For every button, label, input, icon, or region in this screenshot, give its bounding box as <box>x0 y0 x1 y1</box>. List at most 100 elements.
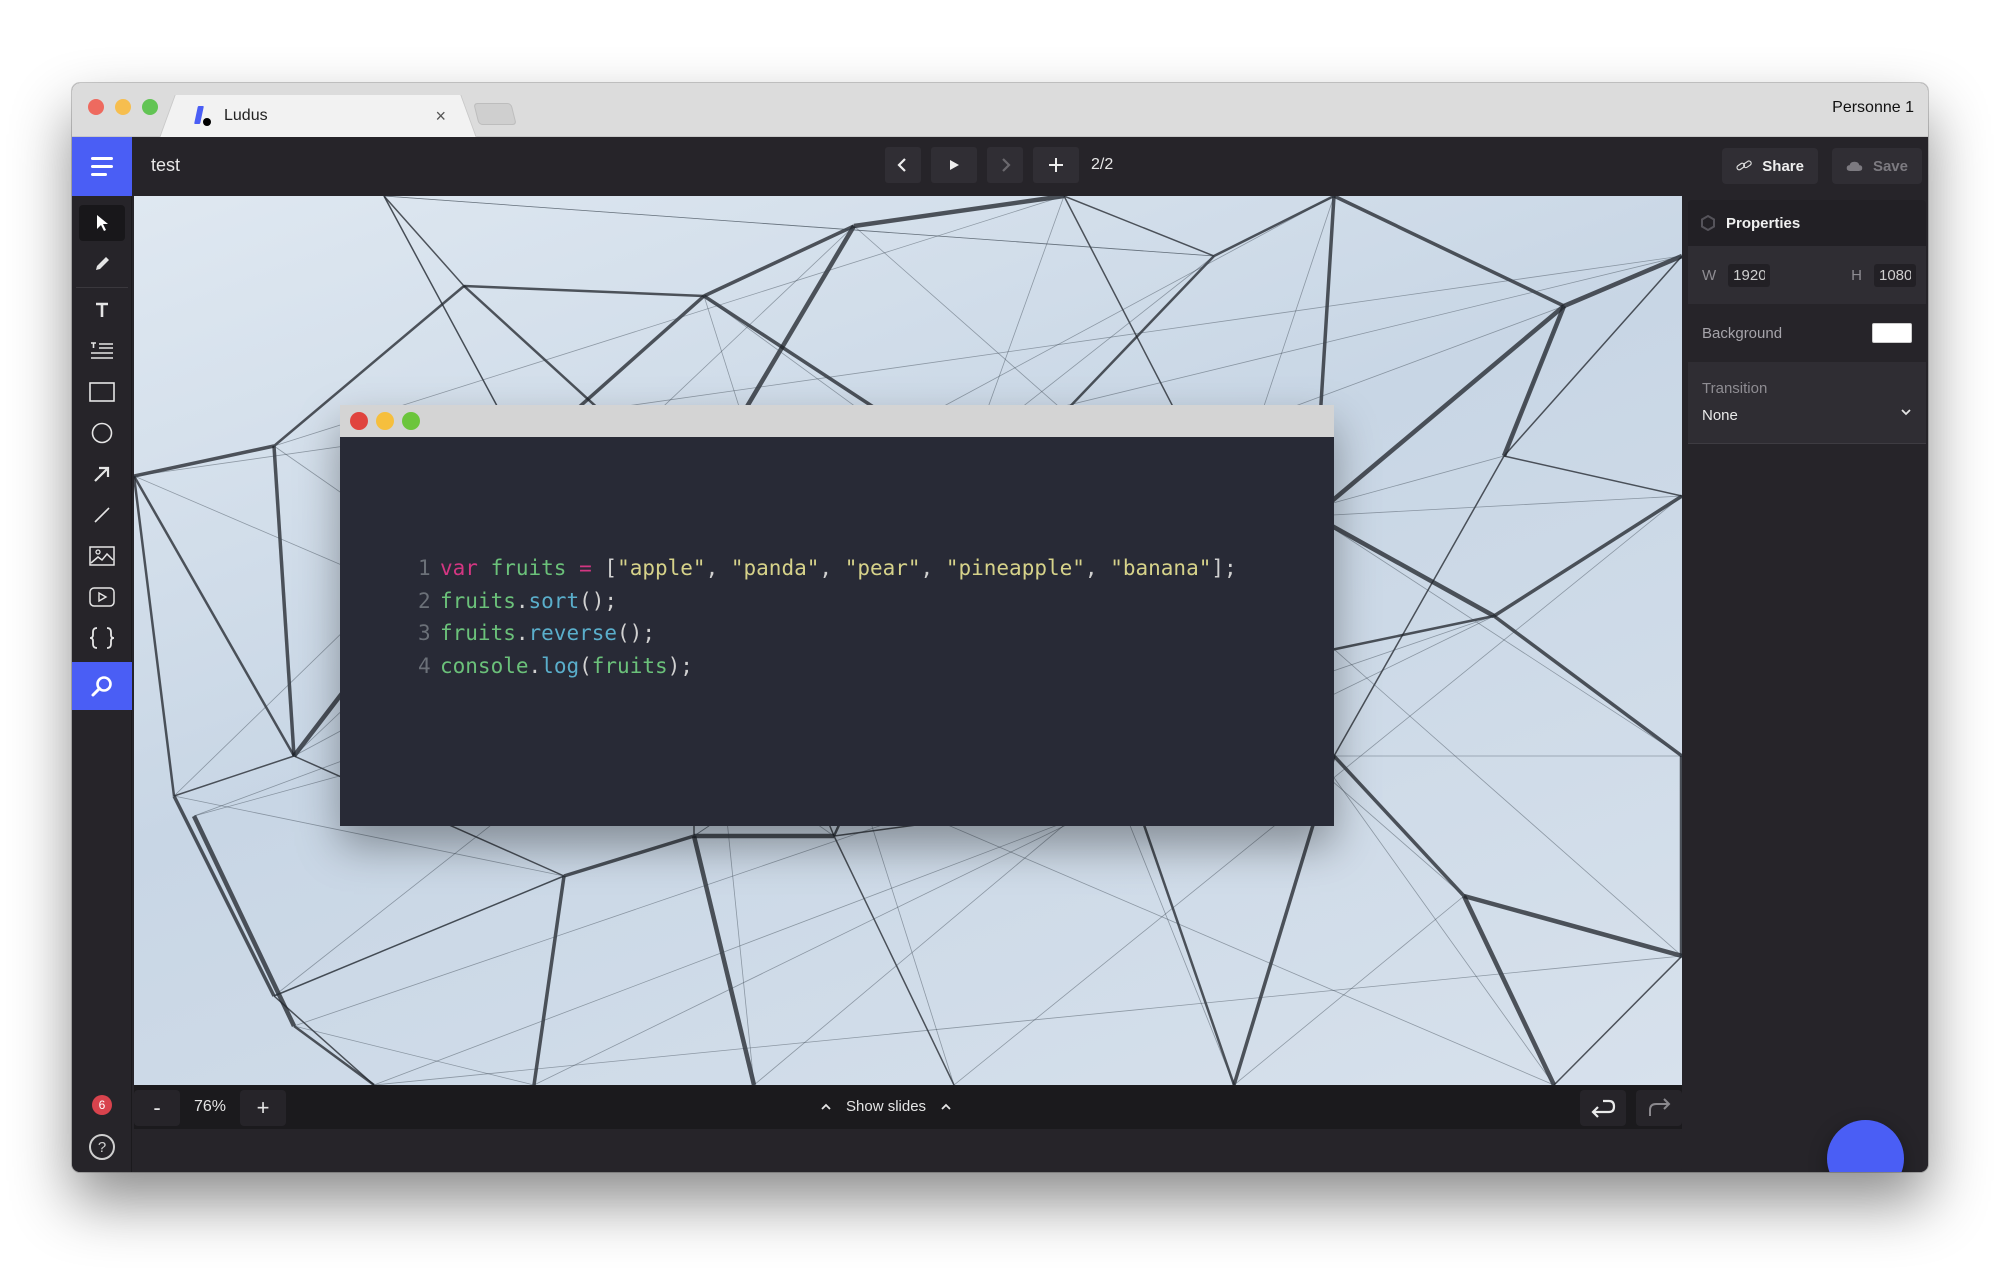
slides-tray <box>134 1129 1682 1172</box>
width-input[interactable] <box>1728 263 1771 287</box>
chevron-right-icon <box>1002 158 1011 172</box>
tool-text[interactable] <box>79 292 125 328</box>
tool-image[interactable] <box>79 538 125 574</box>
code-token: , <box>1084 556 1111 580</box>
arrow-icon <box>94 466 110 482</box>
line-number: 3 <box>418 621 431 645</box>
code-token: "panda" <box>730 556 820 580</box>
tool-video[interactable] <box>79 579 125 615</box>
slide-counter: 2/2 <box>1091 156 1114 173</box>
redo-button[interactable] <box>1636 1090 1682 1126</box>
height-label: H <box>1851 266 1862 284</box>
notification-badge[interactable]: 6 <box>92 1095 112 1115</box>
minimize-window-button[interactable] <box>115 99 131 115</box>
cursor-icon <box>97 215 108 231</box>
background-strand <box>1493 494 1682 618</box>
code-close-dot <box>350 412 368 430</box>
background-strand <box>1312 514 1496 618</box>
background-strand <box>1553 955 1682 1085</box>
code-line: 3 fruits.reverse(); <box>418 617 1334 650</box>
line-number: 1 <box>418 556 431 580</box>
show-slides-label: Show slides <box>846 1098 927 1115</box>
tool-paragraph[interactable] <box>79 333 125 369</box>
maximize-window-button[interactable] <box>142 99 158 115</box>
tool-ellipse[interactable] <box>79 415 125 451</box>
properties-header: Properties <box>1688 200 1926 246</box>
play-icon <box>950 160 959 170</box>
code-token: fruits <box>591 653 668 678</box>
new-tab-button[interactable] <box>473 103 517 125</box>
height-input[interactable] <box>1874 263 1916 287</box>
code-token: ( <box>579 653 592 678</box>
chevron-up-icon <box>821 1103 831 1110</box>
browser-window: Ludus × Personne 1 test 2/2 Share Save 6… <box>72 83 1928 1172</box>
play-button[interactable] <box>931 147 977 183</box>
add-slide-button[interactable] <box>1033 147 1079 183</box>
code-content: 1 var fruits = ["apple", "panda", "pear",… <box>340 437 1334 826</box>
help-icon[interactable]: ? <box>89 1134 115 1160</box>
close-tab-icon[interactable]: × <box>435 106 446 127</box>
image-icon <box>89 546 115 566</box>
previous-slide-button[interactable] <box>885 147 921 183</box>
background-strand <box>1332 754 1466 898</box>
transition-row: Transition None <box>1688 362 1926 444</box>
code-token: "apple" <box>617 556 706 580</box>
background-strand <box>691 835 757 1085</box>
background-strand <box>373 955 1682 1085</box>
code-token: fruits <box>440 621 516 645</box>
tool-search[interactable] <box>72 662 132 710</box>
background-strand <box>383 196 465 287</box>
code-token: , <box>920 556 946 580</box>
zoom-in-button[interactable]: + <box>240 1090 286 1126</box>
browser-tab[interactable]: Ludus × <box>174 95 462 137</box>
tool-arrow[interactable] <box>79 456 125 492</box>
width-label: W <box>1702 266 1717 284</box>
background-strand <box>1503 255 1682 457</box>
slide-canvas[interactable]: 1 var fruits = ["apple", "panda", "pear",… <box>134 196 1682 1085</box>
code-token: fruits <box>440 588 516 613</box>
hamburger-icon[interactable] <box>72 137 132 196</box>
background-strand <box>1461 895 1557 1085</box>
show-slides-toggle[interactable]: Show slides <box>820 1098 952 1115</box>
code-line: 2 fruits.sort(); <box>418 585 1334 618</box>
slide-navigation: 2/2 <box>885 147 1113 183</box>
tool-line[interactable] <box>79 497 125 533</box>
transition-select[interactable]: None <box>1702 407 1912 424</box>
tool-code[interactable] <box>79 620 125 656</box>
code-token: fruits <box>490 556 567 580</box>
background-strand <box>273 995 375 1085</box>
background-strand <box>532 875 566 1085</box>
background-strand <box>1563 253 1682 309</box>
chevron-down-icon <box>1901 409 1911 416</box>
profile-name[interactable]: Personne 1 <box>1832 99 1914 117</box>
tool-pen[interactable] <box>79 246 125 282</box>
tool-rectangle[interactable] <box>79 374 125 410</box>
background-strand <box>1492 614 1682 758</box>
code-block[interactable]: 1 var fruits = ["apple", "panda", "pear",… <box>340 405 1334 826</box>
chevron-up-icon <box>941 1103 951 1110</box>
redo-icon <box>1649 1098 1671 1116</box>
background-strand <box>134 475 176 797</box>
share-button[interactable]: Share <box>1722 148 1818 184</box>
undo-button[interactable] <box>1580 1090 1626 1126</box>
background-color-swatch[interactable] <box>1872 323 1912 343</box>
background-strand <box>134 475 296 757</box>
document-title[interactable]: test <box>151 155 180 176</box>
tool-select[interactable] <box>79 205 125 241</box>
code-token: , <box>705 556 731 580</box>
background-strand <box>134 444 275 478</box>
slide-size-row: W H <box>1688 246 1926 304</box>
save-button[interactable]: Save <box>1832 148 1922 184</box>
background-strand <box>1313 495 1682 517</box>
zoom-out-button[interactable]: - <box>134 1090 180 1126</box>
background-label: Background <box>1702 324 1783 342</box>
browser-tab-bar: Ludus × Personne 1 <box>72 83 1928 137</box>
close-window-button[interactable] <box>88 99 104 115</box>
transition-value: None <box>1702 407 1738 424</box>
code-token: "pear" <box>844 556 921 580</box>
next-slide-button[interactable] <box>987 147 1023 183</box>
gear-icon <box>1701 215 1715 231</box>
line-number: 4 <box>418 653 431 678</box>
code-token: "banana" <box>1110 556 1212 580</box>
